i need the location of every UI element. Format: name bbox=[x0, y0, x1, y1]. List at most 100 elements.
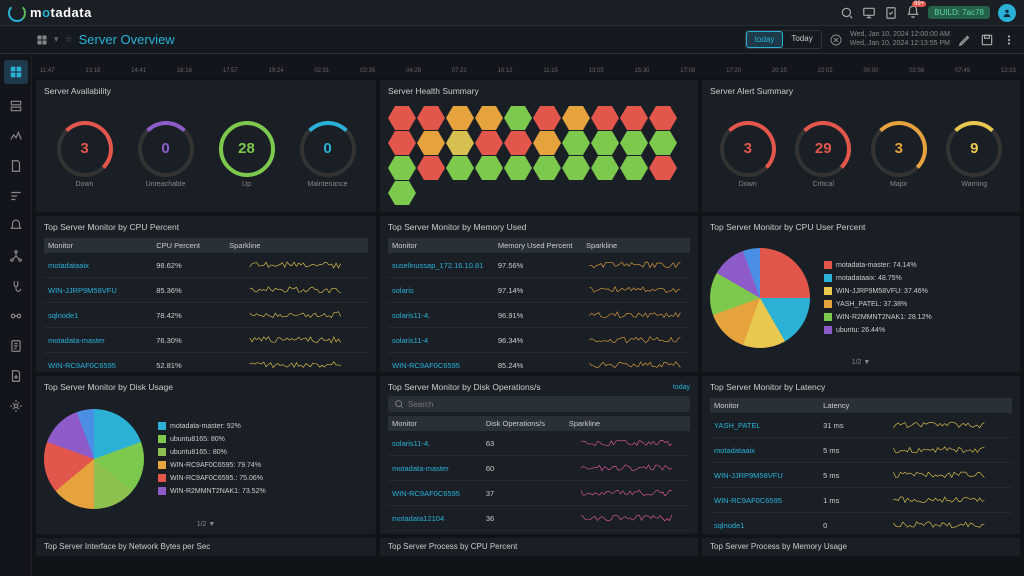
monitor-link[interactable]: WIN-RC9AF0C6595 bbox=[388, 481, 482, 506]
health-hex[interactable] bbox=[562, 131, 590, 155]
table-row[interactable]: suselinussap_172.16.10.8197.56% bbox=[388, 253, 690, 278]
health-hex[interactable] bbox=[649, 131, 677, 155]
health-hex[interactable] bbox=[562, 106, 590, 130]
health-hex[interactable] bbox=[620, 106, 648, 130]
time-pill-today-active[interactable]: today bbox=[746, 31, 784, 48]
health-hex[interactable] bbox=[417, 131, 445, 155]
gauge[interactable]: 9Warning bbox=[946, 121, 1002, 188]
table-row[interactable]: motadataaix98.62% bbox=[44, 253, 368, 278]
health-hex[interactable] bbox=[533, 156, 561, 180]
monitor-link[interactable]: WIN-RC9AF0C6595 bbox=[388, 353, 494, 373]
table-row[interactable]: WIN-JJRP9M58VFU5 ms bbox=[710, 463, 1012, 488]
legend-item[interactable]: ubuntu8165: 80% bbox=[158, 435, 266, 443]
chevron-down-icon[interactable]: ▾ bbox=[54, 34, 59, 45]
health-hex[interactable] bbox=[446, 156, 474, 180]
health-hex[interactable] bbox=[475, 131, 503, 155]
pager[interactable]: 1/2 ▼ bbox=[710, 359, 1012, 366]
monitor-link[interactable]: YASH_PATEL bbox=[710, 413, 819, 438]
monitor-link[interactable]: motadata-master bbox=[44, 328, 152, 353]
legend-item[interactable]: ubuntu8165.: 80% bbox=[158, 448, 266, 456]
health-hex[interactable] bbox=[475, 106, 503, 130]
sidebar-item-metrics[interactable] bbox=[8, 128, 24, 144]
sidebar-item-topology[interactable] bbox=[8, 248, 24, 264]
monitor-link[interactable]: sqlnode1 bbox=[710, 513, 819, 535]
sidebar-item-flows[interactable] bbox=[8, 188, 24, 204]
sidebar-item-servers[interactable] bbox=[8, 98, 24, 114]
health-hex[interactable] bbox=[446, 131, 474, 155]
legend-item[interactable]: ubuntu: 26.44% bbox=[824, 326, 932, 334]
table-row[interactable]: motadataaix5 ms bbox=[710, 438, 1012, 463]
table-row[interactable]: WIN-JJRP9M58VFU85.36% bbox=[44, 278, 368, 303]
table-row[interactable]: motadata-master60 bbox=[388, 456, 690, 481]
health-hex[interactable] bbox=[504, 106, 532, 130]
search-input[interactable] bbox=[408, 400, 684, 409]
user-avatar[interactable] bbox=[998, 4, 1016, 22]
sidebar-item-export[interactable] bbox=[8, 368, 24, 384]
monitor-link[interactable]: solaris bbox=[388, 278, 494, 303]
monitor-link[interactable]: WIN-JJRP9M58VFU bbox=[710, 463, 819, 488]
health-hex[interactable] bbox=[591, 156, 619, 180]
health-hex[interactable] bbox=[388, 106, 416, 130]
legend-item[interactable]: motadataaix: 48.75% bbox=[824, 274, 932, 282]
health-hex[interactable] bbox=[417, 156, 445, 180]
table-row[interactable]: YASH_PATEL31 ms bbox=[710, 413, 1012, 438]
health-hex[interactable] bbox=[388, 181, 416, 205]
monitor-link[interactable]: solaris11-4 bbox=[388, 328, 494, 353]
sidebar-item-settings[interactable] bbox=[8, 398, 24, 414]
legend-item[interactable]: WIN-RC9AF0C6595.: 75.06% bbox=[158, 474, 266, 482]
search-icon[interactable] bbox=[840, 6, 854, 20]
monitor-link[interactable]: motadata-master bbox=[388, 456, 482, 481]
table-row[interactable]: motadata1210436 bbox=[388, 506, 690, 531]
monitor-link[interactable]: motadata12104 bbox=[388, 506, 482, 531]
close-icon[interactable] bbox=[830, 34, 842, 46]
health-hex[interactable] bbox=[388, 156, 416, 180]
edit-icon[interactable] bbox=[958, 33, 972, 47]
table-row[interactable]: sqlnode10 bbox=[710, 513, 1012, 535]
health-hex[interactable] bbox=[504, 131, 532, 155]
health-hex[interactable] bbox=[388, 131, 416, 155]
star-icon[interactable]: ☆ bbox=[65, 34, 73, 45]
more-icon[interactable] bbox=[1002, 33, 1016, 47]
table-row[interactable]: WIN-RC9AF0C65951 ms bbox=[710, 488, 1012, 513]
monitor-link[interactable]: solaris11-4. bbox=[388, 303, 494, 328]
health-hex[interactable] bbox=[504, 156, 532, 180]
monitor-link[interactable]: sqlnode1 bbox=[44, 303, 152, 328]
monitor-link[interactable]: motadataaix bbox=[710, 438, 819, 463]
legend-item[interactable]: WIN-JJRP9M58VFU: 37.46% bbox=[824, 287, 932, 295]
table-row[interactable]: WIN-RC9AF0C659537 bbox=[388, 481, 690, 506]
health-hex[interactable] bbox=[649, 156, 677, 180]
table-row[interactable]: motadata-master76.30% bbox=[44, 328, 368, 353]
table-row[interactable]: WIN-RC9AF0C659585.24% bbox=[388, 353, 690, 373]
gauge[interactable]: 0Unreachable bbox=[138, 121, 194, 188]
gauge[interactable]: 0Maintenance bbox=[300, 121, 356, 188]
timeline-ruler[interactable]: 11:4713:1814:4116:1617:5719:2402:3102:35… bbox=[32, 54, 1024, 76]
health-hex[interactable] bbox=[649, 106, 677, 130]
monitor-link[interactable]: motadataaix bbox=[44, 253, 152, 278]
sidebar-item-clipboard[interactable] bbox=[8, 338, 24, 354]
monitor-icon[interactable] bbox=[862, 6, 876, 20]
monitor-link[interactable]: WIN-RC9AF0C6595 bbox=[44, 353, 152, 373]
pager[interactable]: 1/2 ▼ bbox=[44, 521, 368, 528]
table-row[interactable]: solaris11-4.96.91% bbox=[388, 303, 690, 328]
logo[interactable]: motadata bbox=[8, 4, 92, 22]
sidebar-item-diagnose[interactable] bbox=[8, 278, 24, 294]
legend-item[interactable]: motadata-master: 92% bbox=[158, 422, 266, 430]
gauge[interactable]: 3Down bbox=[720, 121, 776, 188]
legend-item[interactable]: WIN-RC9AF0C6595: 79.74% bbox=[158, 461, 266, 469]
monitor-link[interactable]: solaris11-4. bbox=[388, 431, 482, 456]
health-hex[interactable] bbox=[591, 106, 619, 130]
gauge[interactable]: 29Critical bbox=[795, 121, 851, 188]
health-hex[interactable] bbox=[417, 106, 445, 130]
health-hex[interactable] bbox=[475, 156, 503, 180]
gauge[interactable]: 3Down bbox=[57, 121, 113, 188]
save-icon[interactable] bbox=[980, 33, 994, 47]
table-row[interactable]: solaris11-496.34% bbox=[388, 328, 690, 353]
gauge[interactable]: 3Major bbox=[871, 121, 927, 188]
table-row[interactable]: sqlnode178.42% bbox=[44, 303, 368, 328]
health-hex[interactable] bbox=[620, 131, 648, 155]
health-hex[interactable] bbox=[446, 106, 474, 130]
clipboard-check-icon[interactable] bbox=[884, 6, 898, 20]
health-hex[interactable] bbox=[533, 106, 561, 130]
health-hex[interactable] bbox=[620, 156, 648, 180]
sidebar-item-dashboards[interactable] bbox=[4, 60, 28, 84]
